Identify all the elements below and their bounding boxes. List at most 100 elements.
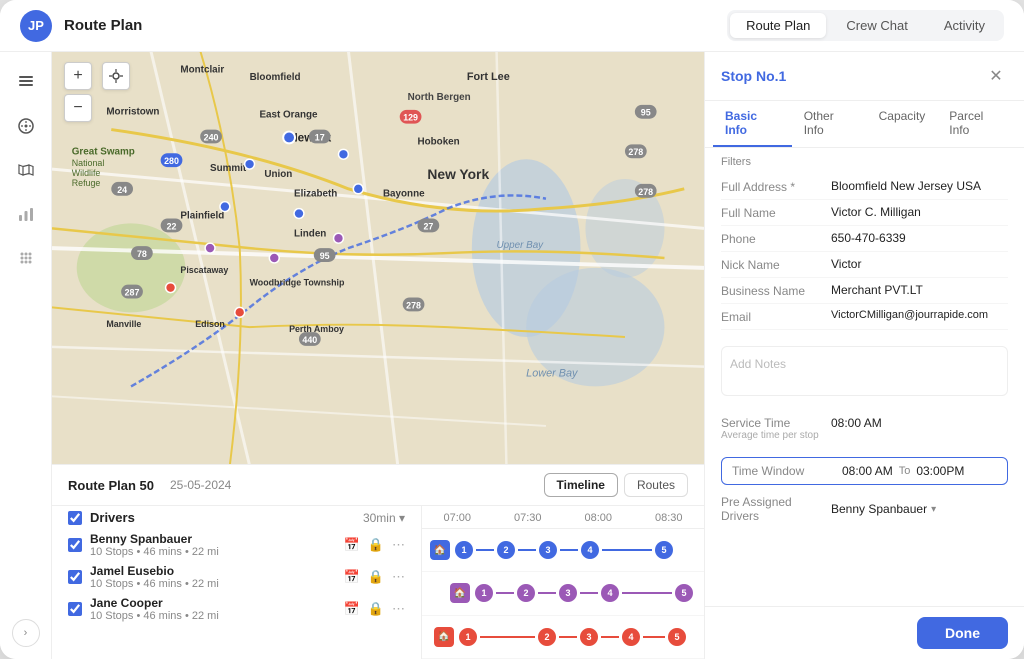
header-tabs: Route Plan Crew Chat Activity — [727, 10, 1004, 41]
svg-text:Wildlife: Wildlife — [72, 168, 101, 178]
label-full-address: Full Address * — [721, 179, 831, 194]
stop-badge-1-1: 1 — [475, 584, 493, 602]
svg-text:Woodbridge Township: Woodbridge Township — [250, 278, 345, 288]
more-icon-0[interactable]: ⋯ — [392, 537, 405, 553]
stop-badge-0-1: 1 — [455, 541, 473, 559]
svg-text:Summit: Summit — [210, 163, 247, 174]
body: › — [0, 52, 1024, 659]
panel-header: Stop No.1 ✕ — [705, 52, 1024, 101]
stop-badge-0-4: 4 — [581, 541, 599, 559]
lock-icon-2[interactable]: 🔒 — [368, 601, 384, 617]
sidebar-collapse-arrow[interactable]: › — [12, 619, 40, 647]
drivers-checkbox[interactable] — [68, 511, 82, 525]
svg-text:Lower Bay: Lower Bay — [526, 368, 578, 380]
svg-text:Bloomfield: Bloomfield — [250, 72, 301, 83]
svg-text:287: 287 — [125, 288, 140, 298]
svg-text:Edison: Edison — [195, 319, 225, 329]
lock-icon-0[interactable]: 🔒 — [368, 537, 384, 553]
timeline-time-2: 08:00 — [563, 512, 634, 524]
svg-text:22: 22 — [167, 221, 177, 231]
calendar-icon-1[interactable]: 📅 — [344, 569, 360, 585]
more-icon-2[interactable]: ⋯ — [392, 601, 405, 617]
pre-assigned-driver-select[interactable]: Benny Spanbauer ▾ — [831, 502, 936, 516]
tab-basic-info[interactable]: Basic Info — [713, 101, 792, 147]
svg-text:78: 78 — [137, 249, 147, 259]
info-row-nickname: Nick Name Victor — [721, 252, 1008, 278]
svg-text:Montclair: Montclair — [180, 64, 224, 75]
timeline-row-2: 🏠 1 2 3 4 5 — [422, 616, 704, 659]
stop-badge-2-3: 3 — [580, 628, 598, 646]
tab-crew-chat[interactable]: Crew Chat — [830, 13, 923, 38]
svg-text:17: 17 — [315, 132, 325, 142]
avatar: JP — [20, 10, 52, 42]
main-content: Fort Lee North Bergen Hoboken Newark New… — [52, 52, 704, 659]
zoom-out-button[interactable]: − — [64, 94, 92, 122]
locate-button[interactable] — [102, 62, 130, 90]
service-time-label: Service Time — [721, 416, 831, 430]
stop-badge-0-5: 5 — [655, 541, 673, 559]
tab-capacity[interactable]: Capacity — [867, 101, 938, 147]
right-panel: Stop No.1 ✕ Basic Info Other Info Capaci… — [704, 52, 1024, 659]
layers-icon[interactable] — [8, 64, 44, 100]
label-nick-name: Nick Name — [721, 257, 831, 272]
svg-text:Union: Union — [264, 169, 292, 180]
service-time-value: 08:00 AM — [831, 416, 882, 430]
svg-text:240: 240 — [204, 132, 219, 142]
tab-other-info[interactable]: Other Info — [792, 101, 867, 147]
service-time-row: Service Time Average time per stop 08:00… — [721, 412, 1008, 445]
svg-text:129: 129 — [403, 113, 418, 123]
value-full-address: Bloomfield New Jersey USA — [831, 179, 1008, 193]
svg-text:Manville: Manville — [106, 319, 141, 329]
time-window-row: Time Window 08:00 AM To 03:00PM — [721, 457, 1008, 485]
tab-parcel-info[interactable]: Parcel Info — [937, 101, 1016, 147]
time-window-label: Time Window — [732, 464, 842, 478]
chart-icon[interactable] — [8, 196, 44, 232]
timeline-toggle-button[interactable]: Timeline — [544, 473, 618, 497]
info-row-address: Full Address * Bloomfield New Jersey USA — [721, 174, 1008, 200]
tab-route-plan[interactable]: Route Plan — [730, 13, 826, 38]
lock-icon-1[interactable]: 🔒 — [368, 569, 384, 585]
timeline-time-3: 08:30 — [634, 512, 705, 524]
driver-stats-2: 10 Stops • 46 mins • 22 mi — [90, 610, 336, 622]
grid-icon[interactable] — [8, 240, 44, 276]
compass-icon[interactable] — [8, 108, 44, 144]
time-window-from: 08:00 AM — [842, 464, 893, 478]
close-button[interactable]: ✕ — [984, 64, 1008, 88]
map-icon[interactable] — [8, 152, 44, 188]
calendar-icon-0[interactable]: 📅 — [344, 537, 360, 553]
notes-area[interactable]: Add Notes — [721, 346, 1008, 396]
stop-badge-2-4: 4 — [622, 628, 640, 646]
driver-checkbox-1[interactable] — [68, 570, 82, 584]
done-button[interactable]: Done — [917, 617, 1008, 649]
routes-toggle-button[interactable]: Routes — [624, 473, 688, 497]
svg-text:95: 95 — [641, 108, 651, 118]
service-time-section: Service Time Average time per stop 08:00… — [705, 404, 1024, 453]
stop-badge-1-5: 5 — [675, 584, 693, 602]
home-badge-2: 🏠 — [434, 627, 454, 647]
app-window: JP Route Plan Route Plan Crew Chat Activ… — [0, 0, 1024, 659]
drivers-header: Drivers 30min ▾ — [52, 506, 421, 529]
list-item: Jane Cooper 10 Stops • 46 mins • 22 mi 📅… — [52, 593, 421, 625]
driver-action-icons-0: 📅 🔒 ⋯ — [344, 537, 405, 553]
label-phone: Phone — [721, 231, 831, 246]
driver-checkbox-2[interactable] — [68, 602, 82, 616]
zoom-in-button[interactable]: + — [64, 62, 92, 90]
svg-text:Piscataway: Piscataway — [180, 265, 228, 275]
svg-text:New York: New York — [427, 166, 489, 182]
calendar-icon-2[interactable]: 📅 — [344, 601, 360, 617]
drivers-label: Drivers — [90, 510, 355, 525]
home-badge-0: 🏠 — [430, 540, 450, 560]
value-phone: 650-470-6339 — [831, 231, 1008, 245]
value-full-name: Victor C. Milligan — [831, 205, 1008, 219]
tab-activity[interactable]: Activity — [928, 13, 1001, 38]
stop-badge-0-2: 2 — [497, 541, 515, 559]
driver-checkbox-0[interactable] — [68, 538, 82, 552]
svg-text:Morristown: Morristown — [106, 107, 159, 118]
route-plan-label: Route Plan 50 — [68, 478, 154, 493]
more-icon-1[interactable]: ⋯ — [392, 569, 405, 585]
svg-text:Bayonne: Bayonne — [383, 189, 425, 200]
stop-badge-2-1: 1 — [459, 628, 477, 646]
map-area[interactable]: Fort Lee North Bergen Hoboken Newark New… — [52, 52, 704, 464]
svg-text:Upper Bay: Upper Bay — [497, 240, 545, 251]
info-section: Filters Full Address * Bloomfield New Je… — [705, 148, 1024, 338]
